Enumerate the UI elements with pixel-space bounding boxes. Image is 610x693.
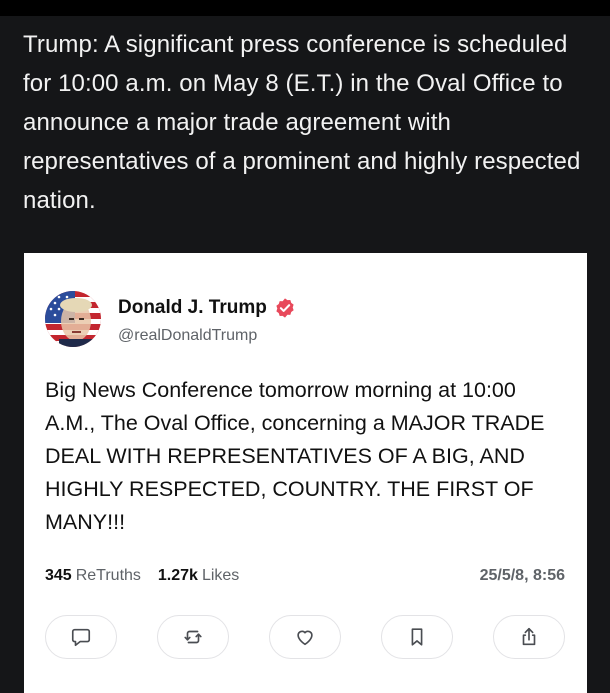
heart-icon <box>297 630 313 646</box>
likes-label[interactable]: Likes <box>202 567 239 585</box>
post-card: Donald J. Trump @realDonaldTrump Big New… <box>24 253 587 693</box>
avatar[interactable] <box>45 291 101 347</box>
post-actions <box>45 615 565 659</box>
share-icon <box>522 627 536 646</box>
status-bar <box>0 0 610 16</box>
repost-icon <box>184 630 202 644</box>
share-button[interactable] <box>493 615 565 659</box>
avatar-flag-portrait-icon <box>45 291 101 347</box>
author-name[interactable]: Donald J. Trump <box>118 297 267 319</box>
post-body: Big News Conference tomorrow morning at … <box>45 378 545 534</box>
retruths-label[interactable]: ReTruths <box>76 567 141 585</box>
bookmark-button[interactable] <box>381 615 453 659</box>
author-handle[interactable]: @realDonaldTrump <box>118 327 257 345</box>
author-row: Donald J. Trump <box>118 297 296 319</box>
verified-badge-icon <box>274 297 296 319</box>
retruth-button[interactable] <box>157 615 229 659</box>
news-caption: Trump: A significant press conference is… <box>23 31 581 214</box>
post-stats: 345 ReTruths 1.27k Likes 25/5/8, 8:56 <box>45 567 565 585</box>
retruths-count[interactable]: 345 <box>45 567 72 585</box>
reply-button[interactable] <box>45 615 117 659</box>
like-button[interactable] <box>269 615 341 659</box>
comment-icon <box>71 628 91 647</box>
post-timestamp: 25/5/8, 8:56 <box>479 567 565 584</box>
bookmark-icon <box>411 628 423 646</box>
likes-count[interactable]: 1.27k <box>158 567 198 585</box>
